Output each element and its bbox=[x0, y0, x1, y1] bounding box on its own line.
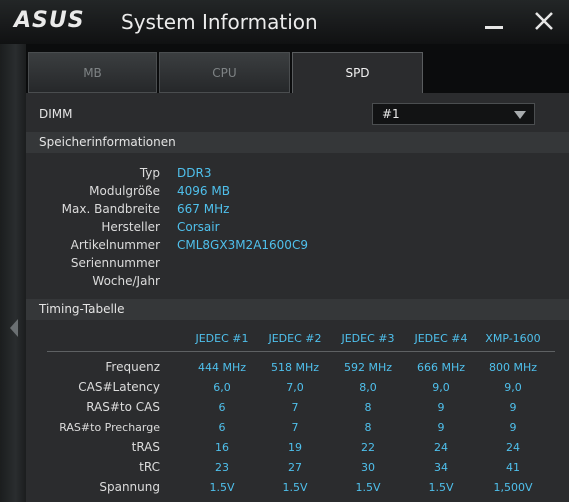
timing-cell: 19 bbox=[288, 441, 302, 454]
info-key-type: Typ bbox=[139, 166, 160, 180]
timing-table-header: Timing-Tabelle bbox=[26, 299, 569, 320]
timing-row-key: Spannung bbox=[99, 480, 160, 494]
timing-cell: 1.5V bbox=[282, 481, 308, 494]
tab-cpu-label: CPU bbox=[212, 66, 237, 80]
timing-row-key: CAS#Latency bbox=[78, 380, 160, 394]
timing-cell: 6 bbox=[218, 421, 226, 434]
timing-cell: 24 bbox=[506, 441, 520, 454]
dimm-selected-value: #1 bbox=[382, 107, 400, 121]
timing-row-key: RAS#to CAS bbox=[86, 400, 160, 414]
window-title: System Information bbox=[121, 10, 318, 34]
timing-cell: 23 bbox=[215, 461, 229, 474]
timing-cell: 6 bbox=[218, 401, 226, 414]
close-button[interactable] bbox=[529, 6, 559, 36]
timing-cell: 9,0 bbox=[432, 381, 450, 394]
timing-cell: 1.5V bbox=[209, 481, 235, 494]
info-value-module-size: 4096 MB bbox=[177, 184, 230, 198]
timing-cell: 27 bbox=[288, 461, 302, 474]
chevron-down-icon bbox=[514, 111, 526, 119]
tab-cpu[interactable]: CPU bbox=[159, 52, 290, 93]
timing-cell: 9 bbox=[509, 421, 517, 434]
collapse-arrow-icon[interactable] bbox=[7, 317, 21, 339]
info-key-module-size: Modulgröße bbox=[89, 184, 160, 198]
info-value-part-number: CML8GX3M2A1600C9 bbox=[177, 238, 308, 252]
info-key-part-number: Artikelnummer bbox=[70, 238, 160, 252]
timing-cell: 6,0 bbox=[213, 381, 231, 394]
timing-cell: 9 bbox=[437, 421, 445, 434]
timing-cell: 41 bbox=[506, 461, 520, 474]
timing-cell: 8 bbox=[364, 421, 372, 434]
tab-mb[interactable]: MB bbox=[28, 52, 157, 93]
timing-cell: 7 bbox=[291, 421, 299, 434]
timing-row-key: tRC bbox=[139, 460, 160, 474]
memory-info-header: Speicherinformationen bbox=[26, 132, 569, 153]
timing-cell: 9 bbox=[509, 401, 517, 414]
timing-cell: 16 bbox=[215, 441, 229, 454]
info-key-max-bandwidth: Max. Bandbreite bbox=[61, 202, 160, 216]
info-value-max-bandwidth: 667 MHz bbox=[177, 202, 230, 216]
info-value-manufacturer: Corsair bbox=[177, 220, 220, 234]
timing-cell: 9,0 bbox=[504, 381, 522, 394]
info-key-serial-number: Seriennummer bbox=[70, 256, 160, 270]
title-bar: ASUS System Information bbox=[0, 0, 569, 44]
timing-row-key: tRAS bbox=[131, 440, 160, 454]
info-key-week-year: Woche/Jahr bbox=[92, 274, 160, 288]
timing-col-jedec1: JEDEC #1 bbox=[195, 332, 249, 345]
dimm-select[interactable]: #1 bbox=[372, 103, 535, 125]
timing-cell: 8 bbox=[364, 401, 372, 414]
minimize-icon bbox=[485, 26, 503, 29]
timing-cell: 30 bbox=[361, 461, 375, 474]
timing-col-jedec2: JEDEC #2 bbox=[268, 332, 322, 345]
timing-col-jedec3: JEDEC #3 bbox=[341, 332, 395, 345]
timing-cell: 444 MHz bbox=[197, 361, 247, 374]
timing-cell: 1.5V bbox=[355, 481, 381, 494]
timing-cell: 592 MHz bbox=[343, 361, 393, 374]
timing-col-xmp: XMP-1600 bbox=[485, 332, 541, 345]
timing-cell: 7,0 bbox=[286, 381, 304, 394]
dimm-label: DIMM bbox=[39, 107, 73, 121]
timing-cell: 7 bbox=[291, 401, 299, 414]
timing-row-key: Frequenz bbox=[105, 360, 160, 374]
timing-cell: 9 bbox=[437, 401, 445, 414]
timing-cell: 8,0 bbox=[359, 381, 377, 394]
timing-row-key: RAS#to Precharge bbox=[59, 421, 160, 434]
asus-logo: ASUS bbox=[14, 8, 85, 33]
timing-cell: 24 bbox=[434, 441, 448, 454]
timing-cell: 1,500V bbox=[493, 481, 533, 494]
info-value-type: DDR3 bbox=[177, 166, 212, 180]
timing-cell: 1.5V bbox=[428, 481, 454, 494]
timing-cell: 800 MHz bbox=[488, 361, 538, 374]
timing-cell: 518 MHz bbox=[270, 361, 320, 374]
tab-spd-label: SPD bbox=[345, 66, 370, 80]
tab-spd[interactable]: SPD bbox=[292, 52, 423, 93]
timing-divider bbox=[47, 351, 555, 352]
timing-cell: 22 bbox=[361, 441, 375, 454]
close-icon bbox=[535, 12, 553, 30]
info-key-manufacturer: Hersteller bbox=[101, 220, 160, 234]
timing-cell: 34 bbox=[434, 461, 448, 474]
tab-mb-label: MB bbox=[83, 66, 102, 80]
timing-cell: 666 MHz bbox=[416, 361, 466, 374]
minimize-button[interactable] bbox=[479, 6, 509, 36]
timing-col-jedec4: JEDEC #4 bbox=[414, 332, 468, 345]
